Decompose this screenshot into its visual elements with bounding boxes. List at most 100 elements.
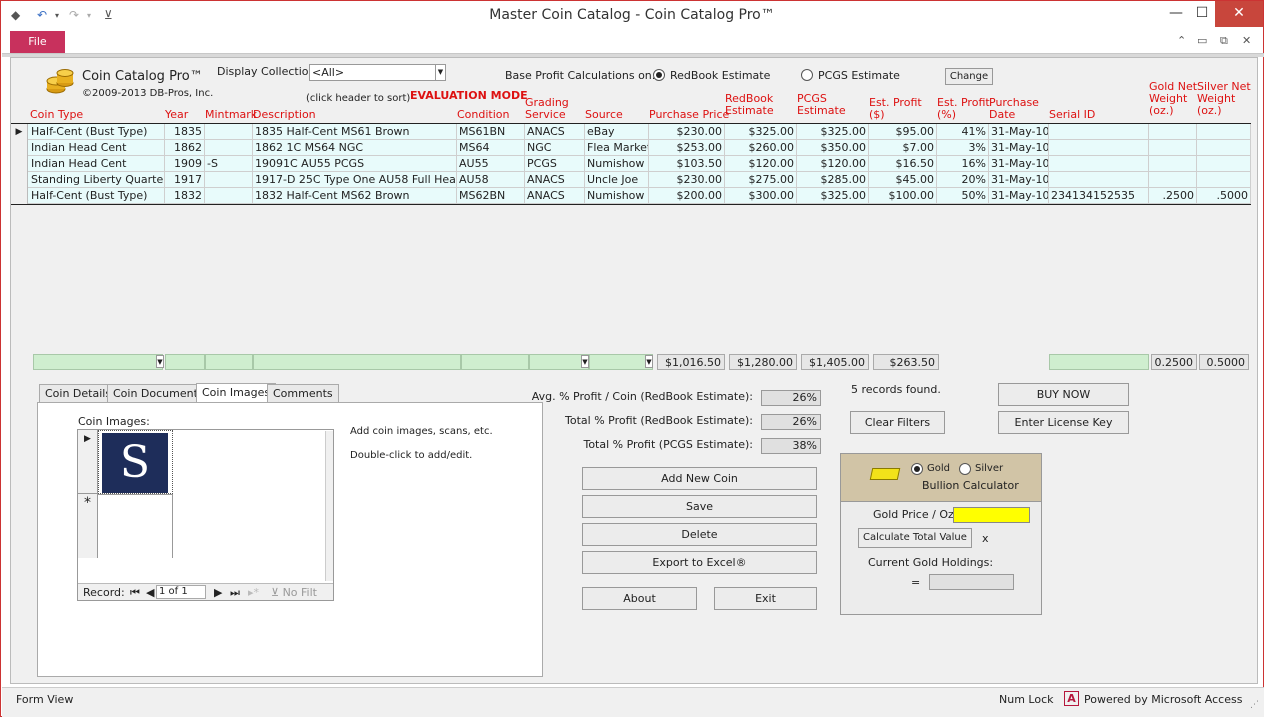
cell-price[interactable]: $103.50: [649, 156, 725, 172]
cell-desc[interactable]: 1832 Half-Cent MS62 Brown: [253, 188, 457, 204]
doc-restore-icon[interactable]: ⧉: [1220, 34, 1228, 48]
cell-silver[interactable]: [1197, 172, 1251, 188]
cell-cond[interactable]: MS64: [457, 140, 525, 156]
cell-pct[interactable]: 50%: [937, 188, 989, 204]
cell-desc[interactable]: 1862 1C MS64 NGC: [253, 140, 457, 156]
no-filter-button[interactable]: ⊻ No Filt: [271, 586, 317, 599]
filter-grading[interactable]: [529, 354, 589, 370]
filter-coin-type[interactable]: [33, 354, 163, 370]
table-row[interactable]: Indian Head Cent 1862 1862 1C MS64 NGC MS64…: [11, 140, 1251, 156]
buy-now-button[interactable]: BUY NOW: [998, 383, 1129, 406]
cell-date[interactable]: 31-May-10: [989, 140, 1049, 156]
tab-comments[interactable]: Comments: [267, 384, 339, 403]
cell-serial[interactable]: [1049, 124, 1149, 140]
cell-date[interactable]: 31-May-10: [989, 188, 1049, 204]
first-record-icon[interactable]: ⏮: [130, 586, 140, 600]
cell-pcgs[interactable]: $325.00: [797, 188, 869, 204]
cell-redbook[interactable]: $300.00: [725, 188, 797, 204]
cell-desc[interactable]: 1917-D 25C Type One AU58 Full Head AN.: [253, 172, 457, 188]
cell-price[interactable]: $253.00: [649, 140, 725, 156]
cell-date[interactable]: 31-May-10: [989, 156, 1049, 172]
filter-source[interactable]: [589, 354, 653, 370]
table-row[interactable]: ▶ Half-Cent (Bust Type) 1835 1835 Half-Cent…: [11, 124, 1251, 140]
cell-silver[interactable]: [1197, 140, 1251, 156]
cell-grade[interactable]: ANACS: [525, 172, 585, 188]
cell-silver[interactable]: [1197, 156, 1251, 172]
cell-silver[interactable]: [1197, 124, 1251, 140]
cell-mint[interactable]: [205, 140, 253, 156]
enter-license-key-button[interactable]: Enter License Key: [998, 411, 1129, 434]
cell-redbook[interactable]: $260.00: [725, 140, 797, 156]
cell-source[interactable]: Numishow: [585, 188, 649, 204]
row-selector[interactable]: [11, 188, 28, 204]
cell-date[interactable]: 31-May-10: [989, 124, 1049, 140]
coin-image-cell[interactable]: S: [98, 430, 173, 494]
doc-close-icon[interactable]: ✕: [1242, 34, 1251, 47]
header-serial-id[interactable]: Serial ID: [1049, 109, 1095, 121]
cell-source[interactable]: Flea Market: [585, 140, 649, 156]
row-selector[interactable]: ▶: [11, 124, 28, 140]
cell-redbook[interactable]: $120.00: [725, 156, 797, 172]
coin-image-thumbnail[interactable]: S: [102, 433, 168, 493]
cell-profit[interactable]: $45.00: [869, 172, 937, 188]
chevron-down-icon[interactable]: ▼: [156, 355, 164, 368]
filter-description[interactable]: [253, 354, 461, 370]
subform-scrollbar[interactable]: [325, 431, 333, 581]
cell-year[interactable]: 1835: [165, 124, 205, 140]
about-button[interactable]: About: [582, 587, 697, 610]
cell-pct[interactable]: 41%: [937, 124, 989, 140]
cell-pct[interactable]: 20%: [937, 172, 989, 188]
cell-price[interactable]: $230.00: [649, 172, 725, 188]
cell-type[interactable]: Half-Cent (Bust Type): [29, 124, 165, 140]
cell-pcgs[interactable]: $325.00: [797, 124, 869, 140]
cell-silver[interactable]: .5000: [1197, 188, 1251, 204]
header-silver-weight[interactable]: Silver Net Weight (oz.): [1197, 81, 1251, 117]
cell-year[interactable]: 1862: [165, 140, 205, 156]
gold-price-input[interactable]: [953, 507, 1030, 523]
cell-source[interactable]: eBay: [585, 124, 649, 140]
export-excel-button[interactable]: Export to Excel®: [582, 551, 817, 574]
header-redbook-estimate[interactable]: RedBook Estimate: [725, 93, 774, 117]
header-purchase-date[interactable]: Purchase Date: [989, 97, 1039, 121]
header-pcgs-estimate[interactable]: PCGS Estimate: [797, 93, 846, 117]
delete-button[interactable]: Delete: [582, 523, 817, 546]
cell-pcgs[interactable]: $120.00: [797, 156, 869, 172]
chevron-down-icon[interactable]: ▼: [645, 355, 653, 368]
display-collection-select[interactable]: <All> ▼: [309, 64, 446, 81]
chevron-down-icon[interactable]: ▼: [435, 65, 445, 80]
record-number[interactable]: 1 of 1: [156, 585, 206, 599]
header-year[interactable]: Year: [165, 109, 188, 121]
prev-record-icon[interactable]: ◀: [146, 586, 154, 599]
close-button[interactable]: ✕: [1215, 1, 1263, 27]
cell-mint[interactable]: [205, 188, 253, 204]
cell-gold[interactable]: [1149, 124, 1197, 140]
cell-pct[interactable]: 3%: [937, 140, 989, 156]
save-button[interactable]: Save: [582, 495, 817, 518]
table-row[interactable]: Indian Head Cent 1909 -S 19091C AU55 PCGS AU…: [11, 156, 1251, 172]
cell-profit[interactable]: $7.00: [869, 140, 937, 156]
row-selector[interactable]: [11, 172, 28, 188]
cell-serial[interactable]: 234134152535: [1049, 188, 1149, 204]
cell-year[interactable]: 1917: [165, 172, 205, 188]
header-description[interactable]: Description: [253, 109, 316, 121]
pcgs-radio[interactable]: [801, 69, 813, 81]
silver-radio[interactable]: [959, 463, 971, 475]
next-record-icon[interactable]: ▶: [214, 586, 222, 599]
table-row[interactable]: Standing Liberty Quarter 1917 1917-D 25C T…: [11, 172, 1251, 188]
cell-serial[interactable]: [1049, 156, 1149, 172]
cell-source[interactable]: Numishow: [585, 156, 649, 172]
row-selector[interactable]: [11, 140, 28, 156]
row-selector[interactable]: [11, 156, 28, 172]
cell-cond[interactable]: MS62BN: [457, 188, 525, 204]
cell-cond[interactable]: AU55: [457, 156, 525, 172]
cell-redbook[interactable]: $275.00: [725, 172, 797, 188]
last-record-icon[interactable]: ⏭: [230, 586, 240, 600]
filter-mintmark[interactable]: [205, 354, 253, 370]
cell-source[interactable]: Uncle Joe: [585, 172, 649, 188]
change-button[interactable]: Change: [945, 68, 993, 85]
header-grading-service[interactable]: Grading Service: [525, 97, 569, 121]
cell-mint[interactable]: -S: [205, 156, 253, 172]
cell-grade[interactable]: PCGS: [525, 156, 585, 172]
cell-price[interactable]: $200.00: [649, 188, 725, 204]
filter-condition[interactable]: [461, 354, 529, 370]
